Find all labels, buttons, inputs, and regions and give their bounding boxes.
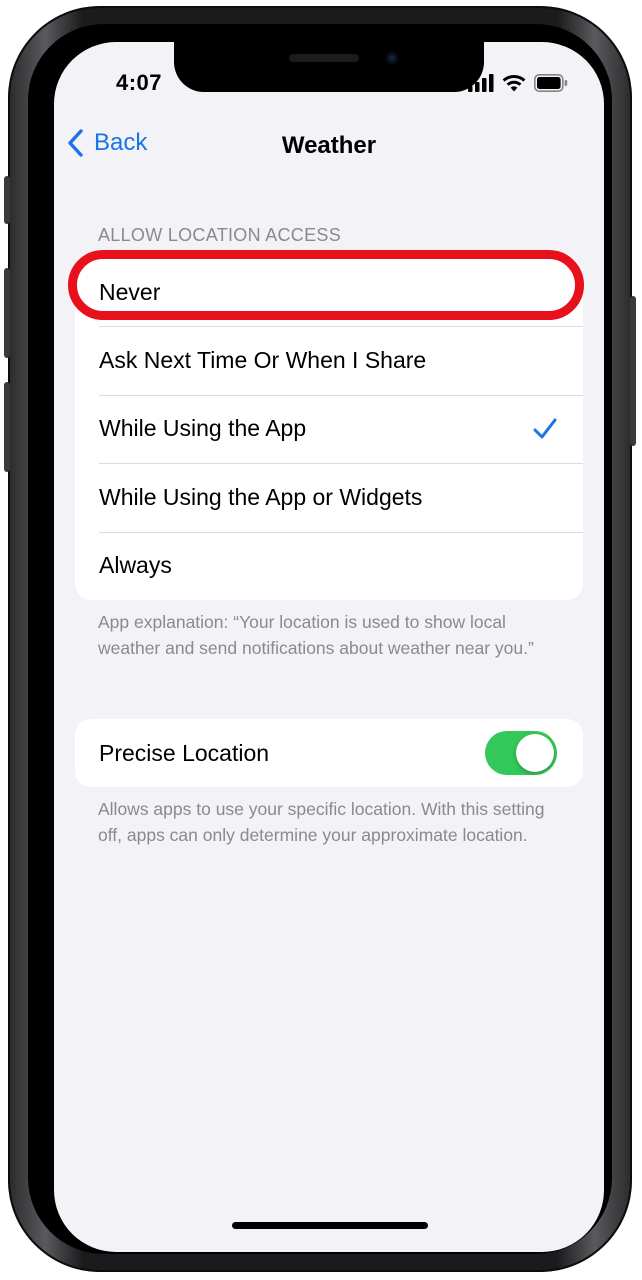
- option-always[interactable]: Always: [75, 531, 583, 600]
- page-title: Weather: [281, 132, 377, 159]
- option-never[interactable]: Never: [75, 258, 583, 326]
- home-indicator[interactable]: [232, 1222, 428, 1229]
- wifi-icon: [502, 75, 526, 92]
- volume-up-button: [4, 268, 10, 358]
- power-button: [630, 296, 636, 446]
- option-label: Ask Next Time Or When I Share: [99, 347, 427, 374]
- battery-icon: [534, 74, 568, 92]
- signal-icon: [468, 74, 494, 92]
- status-icons: [468, 74, 568, 92]
- precise-location-row: Precise Location: [75, 719, 583, 787]
- location-options-list: Never Ask Next Time Or When I Share Whil…: [75, 258, 583, 600]
- toggle-knob: [516, 734, 554, 773]
- app-explanation-text: App explanation: “Your location is used …: [98, 612, 534, 658]
- option-label: Always: [99, 552, 172, 579]
- option-label: While Using the App: [99, 415, 307, 442]
- checkmark-icon: [533, 418, 557, 439]
- option-label: Never: [99, 278, 161, 305]
- precise-location-description: Allows apps to use your specific locatio…: [98, 799, 545, 845]
- mute-switch: [4, 176, 10, 224]
- status-time: 4:07: [116, 70, 163, 95]
- option-while-using-app-or-widgets[interactable]: While Using the App or Widgets: [75, 463, 583, 531]
- precise-location-label: Precise Location: [99, 739, 270, 766]
- volume-down-button: [4, 382, 10, 472]
- precise-location-toggle[interactable]: [485, 731, 557, 776]
- screen: 4:07 Back Weather ALLOW LOCATION ACCESS …: [54, 42, 604, 1252]
- phone-frame: 4:07 Back Weather ALLOW LOCATION ACCESS …: [4, 6, 636, 1272]
- speaker-grille: [289, 54, 359, 62]
- precise-location-group: Precise Location: [75, 719, 583, 787]
- option-ask-next-time[interactable]: Ask Next Time Or When I Share: [75, 326, 583, 394]
- front-camera: [386, 52, 398, 64]
- option-while-using-app[interactable]: While Using the App: [75, 394, 583, 463]
- notch: [174, 42, 484, 92]
- option-label: While Using the App or Widgets: [99, 483, 423, 510]
- section-header-location-access: ALLOW LOCATION ACCESS: [98, 225, 342, 245]
